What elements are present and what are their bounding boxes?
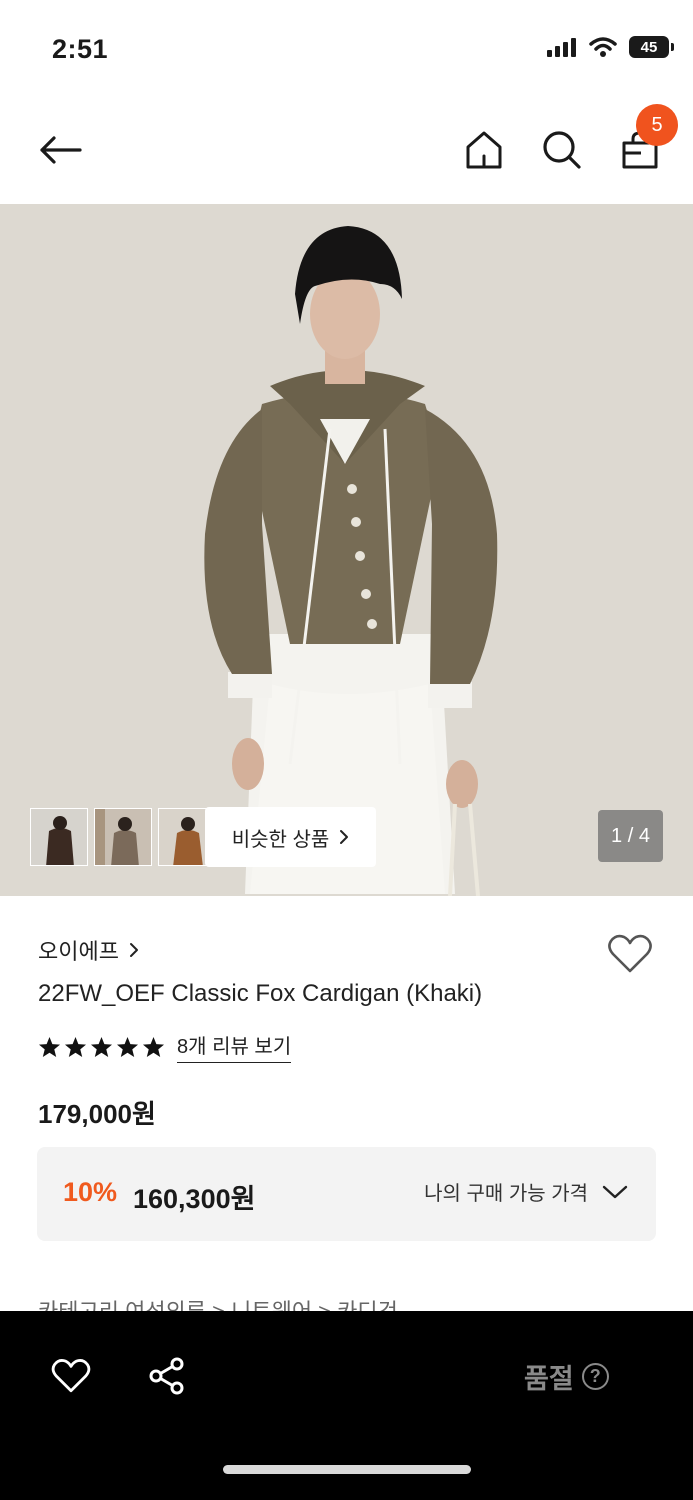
chevron-right-icon <box>129 943 138 957</box>
chevron-down-icon <box>602 1185 628 1198</box>
my-price-toggle[interactable]: 나의 구매 가능 가격 <box>424 1177 628 1206</box>
top-navigation <box>0 100 693 200</box>
star-icon <box>38 1036 61 1057</box>
thumbnail-2[interactable] <box>94 808 152 866</box>
wishlist-button[interactable] <box>606 930 654 978</box>
rating-row: 8개 리뷰 보기 <box>38 1030 292 1063</box>
review-link[interactable]: 8개 리뷰 보기 <box>177 1030 292 1063</box>
home-button[interactable] <box>458 124 510 176</box>
product-name: 22FW_OEF Classic Fox Cardigan (Khaki) <box>38 980 483 1007</box>
product-image-gallery[interactable]: 비슷한 상품 1 / 4 <box>0 204 693 896</box>
cart-count-badge: 5 <box>636 104 678 146</box>
discount-price-box[interactable]: 10% 160,300원 나의 구매 가능 가격 <box>37 1147 656 1241</box>
heart-icon <box>608 934 652 973</box>
home-icon <box>466 131 502 169</box>
my-price-label: 나의 구매 가능 가격 <box>424 1183 588 1205</box>
soldout-status: 품절 ? <box>524 1357 609 1396</box>
thumbnail-image <box>31 809 87 865</box>
help-icon[interactable]: ? <box>581 1363 609 1390</box>
brand-name: 오이에프 <box>38 939 119 964</box>
image-page-indicator: 1 / 4 <box>598 810 663 862</box>
similar-products-label: 비슷한 상품 <box>231 828 330 851</box>
rating-stars <box>38 1036 165 1058</box>
discount-rate: 10% <box>63 1177 118 1207</box>
battery-icon: 45 <box>629 36 674 58</box>
bottom-action-bar: 품절 ? <box>0 1311 693 1500</box>
search-button[interactable] <box>536 124 588 176</box>
brand-link[interactable]: 오이에프 <box>38 934 139 966</box>
cellular-signal-icon <box>547 38 576 57</box>
status-bar: 2:51 45 <box>0 0 693 96</box>
battery-level: 45 <box>640 38 658 56</box>
back-button[interactable] <box>34 124 86 176</box>
status-icons: 45 <box>547 36 674 58</box>
star-icon <box>142 1036 165 1057</box>
heart-icon <box>51 1359 91 1393</box>
soldout-label: 품절 <box>524 1364 574 1394</box>
search-icon <box>543 131 581 169</box>
thumbnail-strip <box>30 808 216 866</box>
home-indicator <box>223 1465 471 1474</box>
wifi-icon <box>589 37 617 57</box>
similar-products-button[interactable]: 비슷한 상품 <box>205 807 376 867</box>
arrow-left-icon <box>40 136 82 164</box>
share-icon <box>149 1357 184 1395</box>
thumbnail-1[interactable] <box>30 808 88 866</box>
chevron-right-icon <box>340 830 349 844</box>
product-photo <box>0 204 693 896</box>
original-price: 179,000원 <box>38 1099 156 1129</box>
star-icon <box>116 1036 139 1057</box>
share-button[interactable] <box>142 1351 192 1401</box>
status-time: 2:51 <box>52 34 109 64</box>
bottom-wishlist-button[interactable] <box>46 1351 96 1401</box>
thumbnail-image <box>95 809 151 865</box>
discount-price: 160,300원 <box>133 1184 256 1214</box>
star-icon <box>64 1036 87 1057</box>
star-icon <box>90 1036 113 1057</box>
